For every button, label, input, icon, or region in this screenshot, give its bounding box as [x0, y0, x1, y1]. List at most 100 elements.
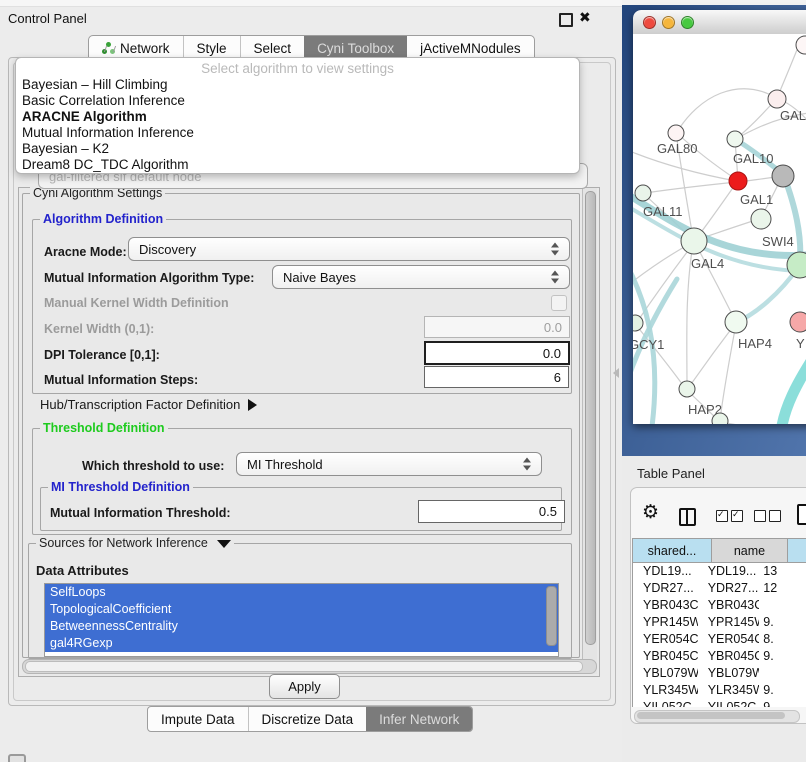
kernel-width-field[interactable]: 0.0 — [424, 316, 570, 338]
mi-steps-field[interactable]: 6 — [424, 366, 569, 388]
bottom-tab-infer-network[interactable]: Infer Network — [366, 707, 472, 731]
which-threshold-combo[interactable]: MI Threshold — [236, 452, 542, 476]
table-cell: YBL079W — [698, 665, 760, 682]
table-cell: YBR043C — [633, 597, 698, 614]
manual-kernel-checkbox[interactable] — [551, 295, 567, 311]
network-node-gal1[interactable] — [729, 172, 747, 190]
algorithm-option-mutual-information-inference[interactable]: Mutual Information Inference — [16, 125, 579, 141]
network-canvas[interactable]: GALGAL80GAL10GAL1GAL11SWI4GAL4GCY1HAP4YH… — [633, 34, 806, 424]
table-row[interactable]: YBR043CYBR043C — [633, 597, 806, 614]
attribute-item-topologicalcoefficient[interactable]: TopologicalCoefficient — [45, 601, 558, 618]
splitter-collapse-icon[interactable] — [613, 368, 619, 378]
node-label-swi4: SWI4 — [762, 234, 794, 249]
bottom-corner-icon[interactable] — [8, 754, 26, 762]
network-node[interactable] — [772, 165, 794, 187]
network-node-gal11[interactable] — [635, 185, 651, 201]
data-attributes-list[interactable]: SelfLoopsTopologicalCoefficientBetweenne… — [44, 583, 559, 657]
table-row[interactable]: YBL079WYBL079W — [633, 665, 806, 682]
network-node-gal[interactable] — [768, 90, 786, 108]
network-node-gal10[interactable] — [727, 131, 743, 147]
table-row[interactable]: YER054CYER054C8. — [633, 631, 806, 648]
table-row[interactable]: YLR345WYLR345W9. — [633, 682, 806, 699]
column-header-shared[interactable]: shared... — [632, 538, 712, 563]
node-label-gal80: GAL80 — [657, 141, 697, 156]
settings-hscrollbar-thumb[interactable] — [25, 661, 583, 672]
gear-icon[interactable]: ⚙ — [642, 503, 659, 522]
attribute-item-betweennesscentrality[interactable]: BetweennessCentrality — [45, 618, 558, 635]
network-node-hap2[interactable] — [679, 381, 695, 397]
network-edge[interactable] — [636, 325, 685, 388]
stepper-icon — [551, 243, 560, 256]
table-cell: YBL079W — [633, 665, 698, 682]
network-edge-highlighted[interactable] — [784, 176, 800, 264]
table-hscrollbar-thumb[interactable] — [637, 712, 785, 719]
node-label-gal4: GAL4 — [691, 256, 724, 271]
stepper-icon — [523, 458, 532, 471]
table-row[interactable]: YDR27...YDR27...12 — [633, 580, 806, 597]
table-row[interactable]: YIL052CYIL052C9 — [633, 699, 806, 707]
table-row[interactable]: YPR145WYPR145W9. — [633, 614, 806, 631]
network-node-hap4[interactable] — [725, 311, 747, 333]
table-cell — [759, 597, 806, 614]
column-selector-icon[interactable] — [679, 508, 696, 526]
checked-box-icon — [731, 510, 743, 522]
node-label-gal11: GAL11 — [643, 204, 683, 219]
attribute-item-gal4rgexp[interactable]: gal4RGexp — [45, 635, 558, 652]
column-header-name[interactable]: name — [712, 538, 788, 563]
select-all-columns-icon[interactable] — [716, 510, 743, 522]
network-node-gcy1[interactable] — [633, 315, 643, 331]
zoom-traffic-icon[interactable] — [681, 16, 694, 29]
algorithm-option-dream8-dc-tdc-algorithm[interactable]: Dream8 DC_TDC Algorithm — [16, 157, 579, 173]
hub-definition-toggle[interactable]: Hub/Transcription Factor Definition — [40, 397, 257, 412]
bottom-tab-discretize-data[interactable]: Discretize Data — [248, 707, 367, 731]
document-icon[interactable] — [797, 504, 806, 525]
network-edge[interactable] — [645, 182, 737, 193]
network-edge-highlighted[interactable] — [781, 352, 806, 424]
mi-threshold-field[interactable]: 0.5 — [418, 500, 565, 523]
network-node[interactable] — [796, 36, 806, 54]
deselect-all-columns-icon[interactable] — [754, 510, 781, 522]
stepper-icon — [551, 271, 560, 284]
network-edge[interactable] — [689, 324, 735, 387]
settings-hscrollbar[interactable] — [22, 659, 597, 674]
algorithm-option-bayesian-hill-climbing[interactable]: Bayesian – Hill Climbing — [16, 77, 579, 93]
algorithm-option-bayesian-k2[interactable]: Bayesian – K2 — [16, 141, 579, 157]
mi-threshold-value: 0.5 — [539, 504, 557, 519]
sources-legend[interactable]: Sources for Network Inference — [36, 536, 234, 550]
dpi-tolerance-label: DPI Tolerance [0,1]: — [44, 348, 160, 362]
apply-button[interactable]: Apply — [269, 674, 340, 699]
network-node-gal80[interactable] — [668, 125, 684, 141]
algorithm-option-basic-correlation-inference[interactable]: Basic Correlation Inference — [16, 93, 579, 109]
column-header-col2[interactable] — [788, 538, 806, 563]
table-row[interactable]: YDL19...YDL19...13 — [633, 563, 806, 580]
table-cell: YIL052C — [698, 699, 760, 707]
float-window-icon[interactable] — [559, 13, 573, 27]
bottom-tab-impute-data[interactable]: Impute Data — [148, 707, 248, 731]
table-hscrollbar[interactable] — [634, 710, 800, 723]
close-traffic-icon[interactable] — [643, 16, 656, 29]
table-cell: 9. — [759, 682, 806, 699]
attributes-scrollbar[interactable] — [546, 586, 557, 646]
aracne-mode-combo[interactable]: Discovery — [128, 237, 570, 261]
network-node-y[interactable] — [790, 312, 806, 332]
bottom-tab-label: Infer Network — [379, 712, 459, 727]
network-window-titlebar[interactable] — [633, 10, 806, 35]
network-edge[interactable] — [720, 324, 736, 420]
mi-type-value: Naive Bayes — [283, 270, 356, 285]
minimize-traffic-icon[interactable] — [662, 16, 675, 29]
table-cell: YLR345W — [633, 682, 698, 699]
settings-vscrollbar-thumb[interactable] — [585, 191, 596, 645]
table-row[interactable]: YBR045CYBR045C9. — [633, 648, 806, 665]
network-view-window[interactable]: GALGAL80GAL10GAL1GAL11SWI4GAL4GCY1HAP4YH… — [633, 10, 806, 424]
dpi-tolerance-field[interactable]: 0.0 — [424, 341, 570, 365]
algorithm-option-aracne-algorithm[interactable]: ARACNE Algorithm — [16, 109, 579, 125]
attribute-item-selfloops[interactable]: SelfLoops — [45, 584, 558, 601]
network-node-gal4[interactable] — [681, 228, 707, 254]
bottom-tab-label: Discretize Data — [262, 712, 354, 727]
network-node-swi4[interactable] — [751, 209, 771, 229]
network-node[interactable] — [712, 413, 728, 424]
settings-vscrollbar[interactable] — [582, 188, 597, 674]
table-body[interactable]: YDL19...YDL19...13YDR27...YDR27...12YBR0… — [632, 563, 806, 707]
mi-type-combo[interactable]: Naive Bayes — [272, 265, 570, 289]
close-icon[interactable]: ✖ — [579, 9, 591, 26]
